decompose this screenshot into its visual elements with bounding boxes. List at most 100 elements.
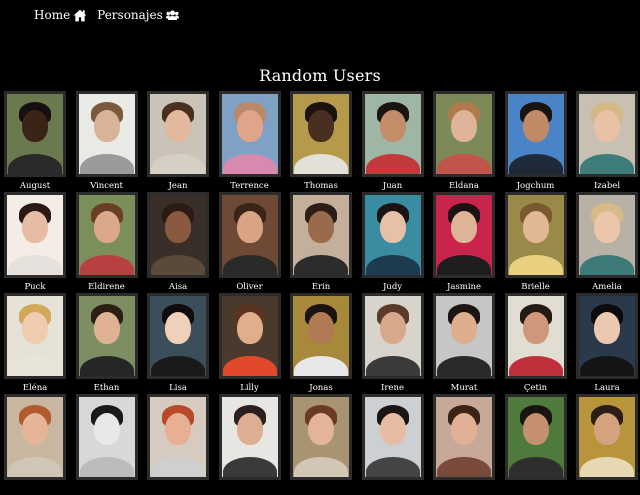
user-photo: [504, 91, 567, 177]
user-card[interactable]: Erin: [290, 192, 352, 293]
user-card[interactable]: August: [4, 91, 66, 192]
user-photo-face: [22, 312, 48, 344]
top-nav: Home Personajes: [34, 6, 179, 24]
user-photo-face: [379, 312, 406, 344]
user-photo: [433, 293, 495, 379]
user-name: Jogchum: [516, 181, 555, 191]
user-card[interactable]: Puck: [4, 192, 66, 293]
user-photo: [290, 394, 352, 480]
user-card[interactable]: Terrence: [218, 91, 281, 192]
user-photo: [290, 293, 352, 379]
home-link[interactable]: Home: [34, 8, 87, 22]
user-photo-face: [308, 211, 334, 243]
user-photo-face: [594, 211, 620, 243]
user-card[interactable]: Eléna: [4, 293, 66, 394]
user-photo: [147, 293, 209, 379]
user-name: Çetin: [523, 383, 548, 393]
user-photo-face: [379, 211, 406, 243]
user-name: Eldana: [449, 181, 479, 191]
user-photo-face: [594, 413, 620, 445]
user-photo-face: [165, 413, 191, 445]
user-photo-shoulders: [508, 457, 563, 477]
user-name: Jasmine: [446, 282, 482, 292]
user-photo-face: [594, 110, 620, 142]
user-photo-shoulders: [365, 255, 420, 275]
user-photo-shoulders: [294, 356, 348, 376]
user-card[interactable]: Jonas: [290, 293, 352, 394]
user-card[interactable]: [290, 394, 352, 495]
user-card[interactable]: Amelia: [576, 192, 638, 293]
user-photo-face: [236, 312, 263, 344]
user-photo: [576, 293, 638, 379]
user-card[interactable]: Izabel: [576, 91, 638, 192]
user-photo-shoulders: [151, 255, 205, 275]
user-card[interactable]: [147, 394, 209, 495]
user-card[interactable]: [433, 394, 495, 495]
user-card[interactable]: Lisa: [147, 293, 209, 394]
user-card[interactable]: Eldirene: [75, 192, 138, 293]
user-photo-shoulders: [79, 356, 134, 376]
user-photo-face: [165, 312, 191, 344]
user-card[interactable]: Jasmine: [433, 192, 495, 293]
user-photo-face: [451, 110, 477, 142]
characters-link[interactable]: Personajes: [97, 8, 179, 22]
user-photo: [4, 91, 66, 177]
user-photo: [361, 394, 424, 480]
user-photo-face: [22, 110, 48, 142]
user-photo-face: [522, 413, 549, 445]
user-card[interactable]: Murat: [433, 293, 495, 394]
user-card[interactable]: [75, 394, 138, 495]
user-photo: [75, 394, 138, 480]
user-card[interactable]: Irene: [361, 293, 424, 394]
user-name: Irene: [381, 383, 404, 393]
user-card[interactable]: Brielle: [504, 192, 567, 293]
user-card[interactable]: Jean: [147, 91, 209, 192]
user-name: Brielle: [521, 282, 550, 292]
user-photo: [75, 192, 138, 278]
user-card[interactable]: Judy: [361, 192, 424, 293]
user-photo: [361, 192, 424, 278]
user-photo: [4, 293, 66, 379]
user-photo-shoulders: [79, 255, 134, 275]
user-card[interactable]: Lilly: [218, 293, 281, 394]
user-photo-face: [93, 312, 120, 344]
user-card[interactable]: Juan: [361, 91, 424, 192]
user-card[interactable]: Çetin: [504, 293, 567, 394]
user-card[interactable]: [361, 394, 424, 495]
user-photo: [361, 293, 424, 379]
user-card[interactable]: [576, 394, 638, 495]
user-photo-shoulders: [8, 457, 62, 477]
user-photo-shoulders: [79, 154, 134, 174]
user-photo-face: [379, 413, 406, 445]
user-grid: August Vincent Jean Terrence Thomas Juan Eldan…: [4, 91, 638, 495]
user-photo: [218, 91, 281, 177]
user-photo-shoulders: [580, 457, 634, 477]
user-card[interactable]: Thomas: [290, 91, 352, 192]
user-card[interactable]: Ethan: [75, 293, 138, 394]
user-card[interactable]: Eldana: [433, 91, 495, 192]
user-photo-face: [522, 312, 549, 344]
user-card[interactable]: [218, 394, 281, 495]
user-name: Murat: [450, 383, 478, 393]
user-card[interactable]: Jogchum: [504, 91, 567, 192]
user-photo-shoulders: [8, 154, 62, 174]
user-photo-face: [165, 110, 191, 142]
user-card[interactable]: Oliver: [218, 192, 281, 293]
user-name: August: [19, 181, 51, 191]
user-photo-face: [308, 110, 334, 142]
user-card[interactable]: Vincent: [75, 91, 138, 192]
user-name: Lilly: [240, 383, 259, 393]
user-photo-face: [22, 211, 48, 243]
user-photo-shoulders: [79, 457, 134, 477]
user-photo: [147, 91, 209, 177]
user-photo: [433, 192, 495, 278]
user-name: Laura: [594, 383, 620, 393]
user-name: Eldirene: [88, 282, 125, 292]
user-card[interactable]: Laura: [576, 293, 638, 394]
user-card[interactable]: [504, 394, 567, 495]
user-name: Judy: [382, 282, 403, 292]
user-photo: [75, 293, 138, 379]
user-card[interactable]: Aisa: [147, 192, 209, 293]
user-card[interactable]: [4, 394, 66, 495]
user-photo-face: [594, 312, 620, 344]
